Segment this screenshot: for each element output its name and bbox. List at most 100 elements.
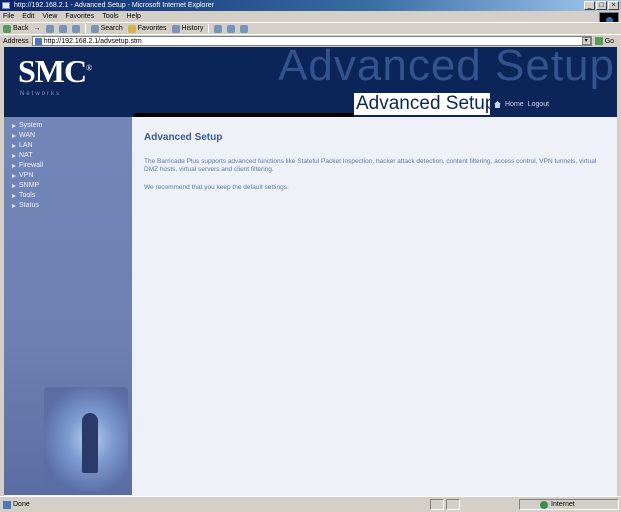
menu-edit[interactable]: Edit bbox=[22, 13, 34, 20]
address-url: http://192.168.2.1/advsetup.stm bbox=[43, 37, 142, 45]
arrow-right-icon bbox=[12, 134, 16, 138]
menu-favorites[interactable]: Favorites bbox=[65, 13, 94, 20]
arrow-right-icon bbox=[12, 124, 16, 128]
window-titlebar: http://192.168.2.1 - Advanced Setup - Mi… bbox=[0, 0, 621, 11]
sidebar-item-nat[interactable]: NAT bbox=[4, 151, 132, 161]
header-page-title: Advanced Setup bbox=[354, 93, 496, 117]
page-icon bbox=[34, 37, 42, 45]
search-icon bbox=[90, 24, 99, 33]
print-icon[interactable] bbox=[227, 24, 236, 33]
sidebar-item-lan[interactable]: LAN bbox=[4, 141, 132, 151]
menu-help[interactable]: Help bbox=[127, 13, 141, 20]
forward-arrow-icon: → bbox=[33, 25, 41, 32]
main-content: Advanced Setup The Barricade Plus suppor… bbox=[144, 132, 612, 202]
status-text: Done bbox=[13, 501, 30, 508]
smc-logo: SMC® bbox=[18, 53, 92, 90]
smc-logo-text: SMC bbox=[18, 53, 87, 89]
intro-paragraph: The Barricade Plus supports advanced fun… bbox=[144, 158, 597, 173]
favorites-button[interactable]: Favorites bbox=[127, 24, 167, 33]
zone-label: Internet bbox=[551, 501, 575, 508]
advice-paragraph: We recommend that you keep the default s… bbox=[144, 184, 289, 191]
arrow-right-icon bbox=[12, 174, 16, 178]
toolbar-separator bbox=[208, 24, 210, 33]
close-button[interactable]: × bbox=[608, 1, 619, 10]
arrow-right-icon bbox=[12, 204, 16, 208]
sidebar-item-label: Tools bbox=[19, 192, 36, 199]
page-done-icon bbox=[3, 500, 11, 509]
address-dropdown-icon[interactable]: ▾ bbox=[581, 37, 591, 45]
status-bar: Done Internet bbox=[0, 496, 621, 512]
status-segment bbox=[445, 499, 460, 510]
sidebar-item-label: SNMP bbox=[19, 182, 40, 189]
menu-file[interactable]: File bbox=[3, 13, 14, 20]
refresh-icon[interactable] bbox=[58, 24, 67, 33]
sidebar-item-label: LAN bbox=[19, 142, 33, 149]
sidebar-item-label: System bbox=[19, 122, 43, 129]
menu-view[interactable]: View bbox=[42, 13, 57, 20]
sidebar-item-label: WAN bbox=[19, 132, 36, 139]
sidebar-item-label: VPN bbox=[19, 172, 34, 179]
status-segment bbox=[429, 499, 444, 510]
smc-tagline: Networks bbox=[20, 91, 62, 97]
go-label: Go bbox=[604, 37, 615, 45]
sidebar-item-label: Firewall bbox=[19, 162, 44, 169]
go-button[interactable]: Go bbox=[594, 37, 615, 45]
stop-icon[interactable] bbox=[45, 24, 54, 33]
sidebar-item-vpn[interactable]: VPN bbox=[4, 171, 132, 181]
mail-icon[interactable] bbox=[214, 24, 223, 33]
arrow-right-icon bbox=[12, 164, 16, 168]
header-links: Home Logout bbox=[494, 101, 549, 108]
address-label: Address bbox=[3, 37, 29, 45]
sidebar-item-status[interactable]: Status bbox=[4, 201, 132, 211]
window-title: http://192.168.2.1 - Advanced Setup - Mi… bbox=[14, 2, 215, 9]
address-input[interactable]: http://192.168.2.1/advsetup.stm ▾ bbox=[31, 36, 592, 46]
arrow-right-icon bbox=[12, 194, 16, 198]
back-arrow-icon bbox=[3, 24, 11, 33]
back-button[interactable]: Back bbox=[3, 24, 29, 33]
registered-mark: ® bbox=[86, 63, 92, 73]
maximize-button[interactable]: □ bbox=[596, 1, 607, 10]
sidebar-item-wan[interactable]: WAN bbox=[4, 131, 132, 141]
arrow-right-icon bbox=[12, 154, 16, 158]
sidebar-item-snmp[interactable]: SNMP bbox=[4, 181, 132, 191]
history-label: History bbox=[181, 25, 204, 32]
toolbar-separator bbox=[84, 24, 86, 33]
history-icon bbox=[171, 24, 180, 33]
arrow-right-icon bbox=[12, 144, 16, 148]
minimize-button[interactable]: _ bbox=[584, 1, 595, 10]
home-page-icon[interactable] bbox=[71, 24, 80, 33]
page-viewport: SMC® Networks Advanced Setup Advanced Se… bbox=[0, 47, 621, 496]
edit-icon[interactable] bbox=[240, 24, 249, 33]
favorites-label: Favorites bbox=[137, 25, 167, 32]
sidebar-nav: System WAN LAN NAT Firewall VPN SNMP Too… bbox=[4, 117, 132, 495]
header-watermark: Advanced Setup bbox=[278, 47, 615, 90]
home-link[interactable]: Home bbox=[505, 101, 524, 108]
window-controls: _ □ × bbox=[584, 1, 619, 10]
sidebar-item-label: Status bbox=[19, 202, 39, 209]
standard-toolbar: Back → Search Favorites History bbox=[0, 22, 621, 34]
menu-tools[interactable]: Tools bbox=[102, 13, 118, 20]
menu-bar: File Edit View Favorites Tools Help bbox=[0, 11, 621, 22]
header-divider bbox=[134, 113, 354, 117]
sidebar-item-tools[interactable]: Tools bbox=[4, 191, 132, 201]
back-label: Back bbox=[13, 25, 29, 32]
arrow-right-icon bbox=[12, 184, 16, 188]
home-icon[interactable] bbox=[494, 101, 501, 108]
security-zone: Internet bbox=[519, 499, 619, 510]
search-button[interactable]: Search bbox=[90, 24, 123, 33]
history-button[interactable]: History bbox=[171, 24, 204, 33]
address-bar: Address http://192.168.2.1/advsetup.stm … bbox=[0, 34, 621, 47]
person-silhouette bbox=[82, 413, 98, 473]
globe-icon bbox=[540, 500, 548, 509]
sidebar-item-system[interactable]: System bbox=[4, 121, 132, 131]
sidebar-item-label: NAT bbox=[19, 152, 33, 159]
router-header: SMC® Networks Advanced Setup Advanced Se… bbox=[4, 47, 617, 117]
sidebar-photo bbox=[44, 387, 128, 491]
go-arrow-icon bbox=[594, 37, 603, 45]
logout-link[interactable]: Logout bbox=[528, 101, 549, 108]
content-title: Advanced Setup bbox=[144, 132, 223, 143]
nav-list: System WAN LAN NAT Firewall VPN SNMP Too… bbox=[4, 117, 132, 211]
forward-button[interactable]: → bbox=[34, 25, 41, 32]
favorites-star-icon bbox=[127, 24, 136, 33]
sidebar-item-firewall[interactable]: Firewall bbox=[4, 161, 132, 171]
